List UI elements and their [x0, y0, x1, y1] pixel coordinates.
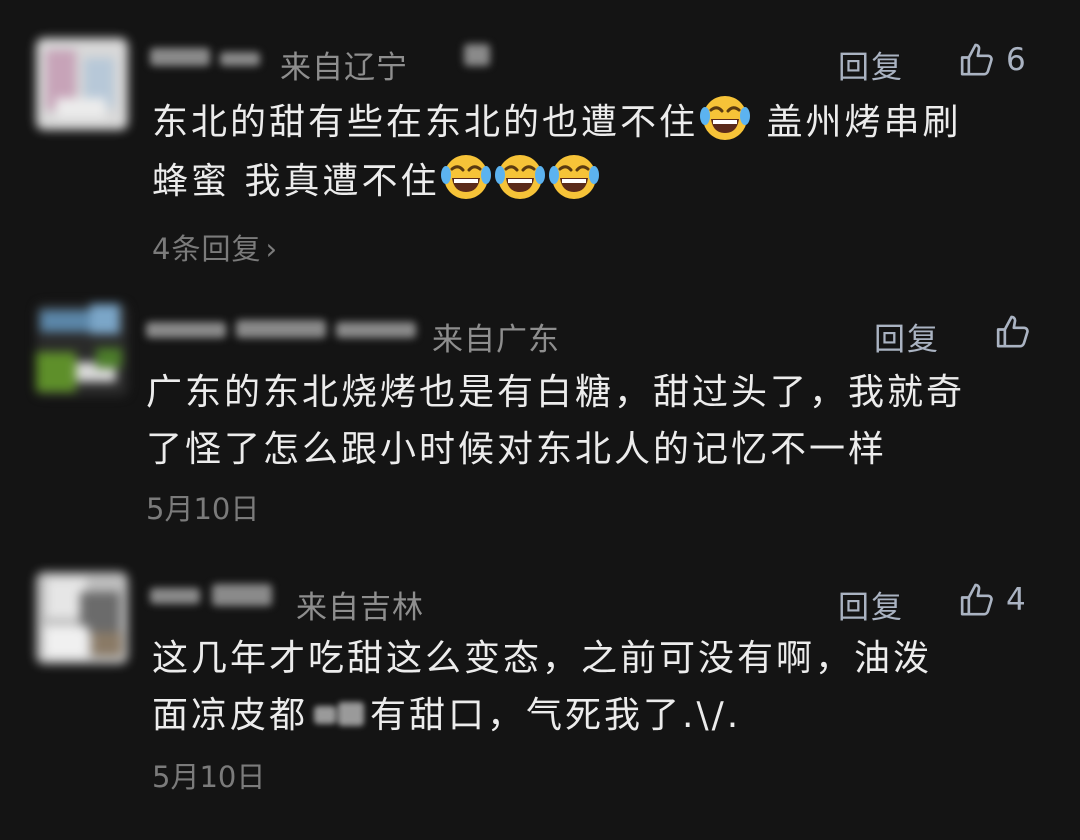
reply-button[interactable]: 回复	[838, 42, 904, 87]
more-replies-label: 4条回复	[152, 232, 262, 266]
avatar[interactable]	[36, 38, 128, 130]
tears-of-joy-emoji-icon	[441, 155, 492, 199]
comment-3: 来自吉林 回复 4 这几年才吃甜这么变态，之前可没有啊，油泼 面凉皮都 有甜口，气…	[0, 540, 1080, 840]
username-redacted[interactable]	[150, 44, 270, 72]
tears-of-joy-emoji-icon	[700, 96, 751, 140]
comment-text-line2-tail: 有甜口，气死我了.\/.	[370, 695, 742, 736]
comment-text-line2: 了怪了怎么跟小时候对东北人的记忆不一样	[146, 429, 888, 470]
thumbs-up-icon	[996, 315, 1029, 348]
comment-text: 广东的东北烧烤也是有白糖，甜过头了，我就奇 了怪了怎么跟小时候对东北人的记忆不一…	[146, 364, 965, 478]
thumbs-up-icon	[960, 43, 993, 76]
avatar[interactable]	[36, 304, 128, 396]
comment-text: 东北的甜有些在东北的也遭不住 盖州烤串刷蜂蜜 我真遭不住	[152, 92, 961, 210]
username-redacted[interactable]	[146, 316, 426, 344]
comment-text-line1: 这几年才吃甜这么变态，之前可没有啊，油泼	[152, 638, 933, 679]
like-button[interactable]: 4	[958, 580, 1026, 620]
like-button[interactable]: 6	[958, 40, 1026, 80]
comment-text-line2: 蜂蜜 我真遭不住	[152, 161, 440, 202]
username-redacted[interactable]	[150, 582, 280, 610]
redacted-word	[308, 700, 370, 730]
location-label: 来自吉林	[296, 590, 424, 626]
comment-date: 5月10日	[152, 760, 266, 794]
more-replies-link[interactable]: 4条回复 ›	[152, 226, 278, 268]
username-badge-redacted	[460, 40, 500, 68]
comment-text: 这几年才吃甜这么变态，之前可没有啊，油泼 面凉皮都 有甜口，气死我了.\/.	[152, 630, 932, 744]
chevron-right-icon: ›	[265, 232, 279, 266]
location-label: 来自辽宁	[280, 50, 408, 86]
like-count: 4	[1006, 582, 1026, 618]
comment-2: 来自广东 回复 广东的东北烧烤也是有白糖，甜过头了，我就奇 了怪了怎么跟小时候对…	[0, 290, 1080, 540]
comment-text-line1: 东北的甜有些在东北的也遭不住	[152, 102, 699, 143]
like-count: 6	[1006, 42, 1026, 78]
location-label: 来自广东	[432, 322, 560, 358]
comment-1: 来自辽宁 回复 6 东北的甜有些在东北的也遭不住 盖州烤串刷蜂蜜 我真遭不住 4…	[0, 0, 1080, 290]
thumbs-up-icon	[960, 583, 993, 616]
reply-button[interactable]: 回复	[874, 314, 940, 359]
comment-date: 5月10日	[146, 492, 260, 526]
like-button[interactable]	[994, 312, 1034, 352]
comment-text-line2: 面凉皮都	[152, 695, 309, 736]
comment-text-line1-tail: 盖州烤串刷	[752, 102, 962, 143]
reply-button[interactable]: 回复	[838, 582, 904, 627]
tears-of-joy-emoji-icon	[495, 155, 546, 199]
comment-text-line1: 广东的东北烧烤也是有白糖，甜过头了，我就奇	[146, 372, 966, 413]
tears-of-joy-emoji-icon	[549, 155, 600, 199]
avatar[interactable]	[36, 572, 128, 664]
